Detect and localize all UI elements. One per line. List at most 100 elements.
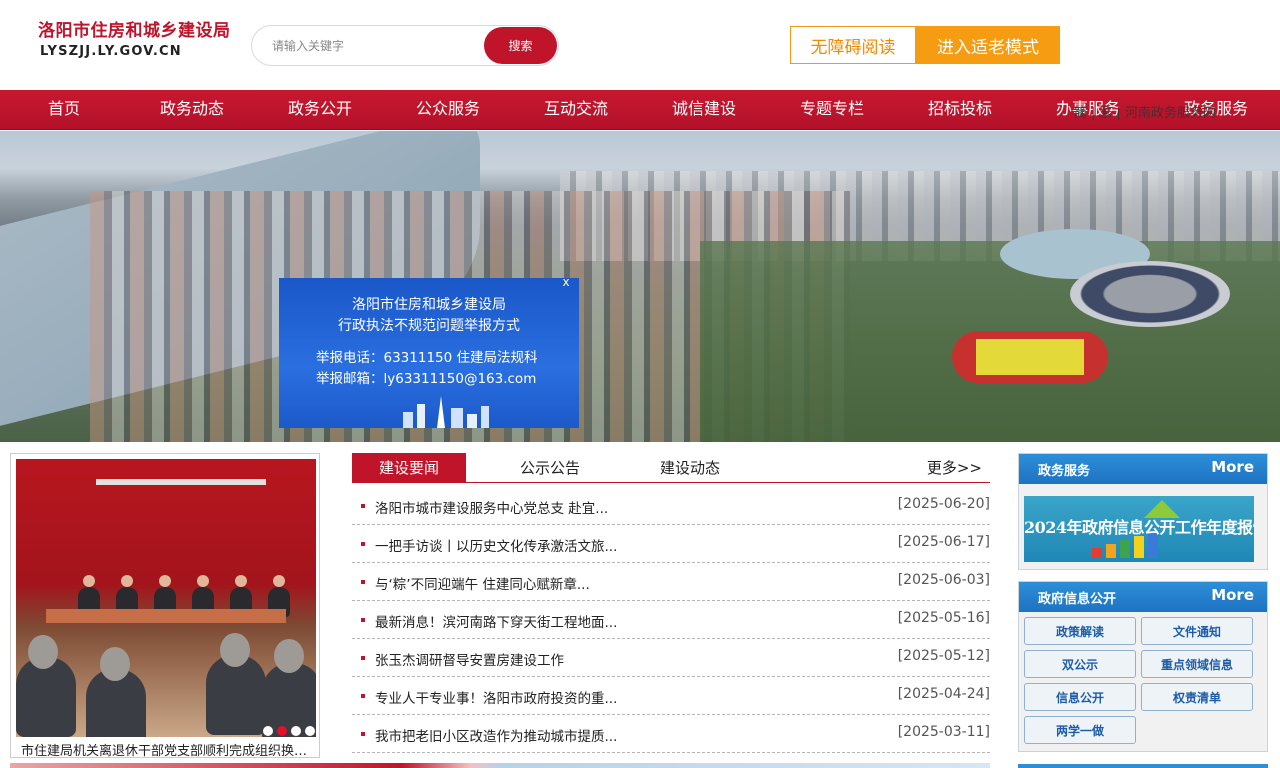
bullet-icon <box>361 656 365 660</box>
bullet-icon <box>361 618 365 622</box>
news-item[interactable]: 与‘粽’不同迎端午 住建同心赋新章... [2025-06-03] <box>352 563 990 601</box>
nav-item-gov-news[interactable]: 政务动态 <box>128 90 256 130</box>
carousel-dot-3[interactable] <box>291 726 301 736</box>
two-learn-one-do-button[interactable]: 两学一做 <box>1024 716 1136 744</box>
carousel-dots <box>263 726 315 736</box>
news-item[interactable]: 一把手访谈丨以历史文化传承激活文旅... [2025-06-17] <box>352 525 990 563</box>
bar-graphic <box>1106 544 1116 558</box>
banner-stadium <box>1070 261 1230 327</box>
news-title: 张玉杰调研督导安置房建设工作 <box>375 653 564 669</box>
bottom-banner-strip <box>10 763 990 768</box>
power-list-button[interactable]: 权责清单 <box>1141 683 1253 711</box>
bullet-icon <box>361 504 365 508</box>
nav-item-credit[interactable]: 诚信建设 <box>640 90 768 130</box>
news-item[interactable]: 专业人干专业事！洛阳市政府投资的重... [2025-04-24] <box>352 677 990 715</box>
bar-graphic <box>1092 548 1102 558</box>
news-date: [2025-05-16] <box>897 610 990 626</box>
news-list: 洛阳市城市建设服务中心党总支 赴宜... [2025-06-20] 一把手访谈丨以… <box>352 487 990 753</box>
popup-phone: 举报电话：63311150 住建局法规科 <box>316 350 538 366</box>
news-more-link[interactable]: 更多>> <box>927 453 982 483</box>
news-item[interactable]: 我市把老旧小区改造作为推动城市提质... [2025-03-11] <box>352 715 990 753</box>
henan-gov-service-link[interactable]: 河南政务服务网 <box>1125 106 1216 121</box>
carousel-dot-2[interactable] <box>277 726 287 736</box>
key-areas-info-button[interactable]: 重点领域信息 <box>1141 650 1253 678</box>
bullet-icon <box>361 580 365 584</box>
policy-interpretation-button[interactable]: 政策解读 <box>1024 617 1136 645</box>
gov-service-title: 政务服务 <box>1038 464 1091 479</box>
annual-report-banner[interactable]: 2024年政府信息公开工作年度报告 <box>1024 496 1254 562</box>
photo-audience <box>16 657 76 737</box>
simplified-link[interactable]: 简 <box>1074 106 1087 121</box>
news-item[interactable]: 张玉杰调研督导安置房建设工作 [2025-05-12] <box>352 639 990 677</box>
carousel-dot-1[interactable] <box>263 726 273 736</box>
gov-info-panel: 政府信息公开 More 政策解读 文件通知 双公示 重点领域信息 信息公开 权责… <box>1018 581 1268 752</box>
banner-field <box>976 339 1084 375</box>
popup-email: 举报邮箱：ly63311150@163.com <box>316 371 537 387</box>
news-item[interactable]: 洛阳市城市建设服务中心党总支 赴宜... [2025-06-20] <box>352 487 990 525</box>
bullet-icon <box>361 732 365 736</box>
photo-audience-head <box>28 635 58 669</box>
skyline-icon <box>403 396 489 428</box>
nav-item-interaction[interactable]: 互动交流 <box>512 90 640 130</box>
news-title: 洛阳市城市建设服务中心党总支 赴宜... <box>375 501 609 517</box>
accessibility-reading-button[interactable]: 无障碍阅读 <box>790 26 916 64</box>
news-item[interactable]: 最新消息！滨河南路下穿天街工程地面... [2025-05-16] <box>352 601 990 639</box>
gov-info-more-link[interactable]: More <box>1211 586 1254 604</box>
bar-graphic <box>1134 536 1144 558</box>
nav-item-home[interactable]: 首页 <box>0 90 128 130</box>
tab-public-notices[interactable]: 公示公告 <box>492 453 608 483</box>
popup-title-subject: 行政执法不规范问题举报方式 <box>338 318 520 334</box>
logo-chinese-name: 洛阳市住房和城乡建设局 <box>38 21 231 41</box>
news-title: 最新消息！滨河南路下穿天街工程地面... <box>375 615 618 631</box>
carousel-dot-4[interactable] <box>305 726 315 736</box>
news-title: 一把手访谈丨以历史文化传承激活文旅... <box>375 539 618 555</box>
news-title: 我市把老旧小区改造作为推动城市提质... <box>375 729 618 745</box>
carousel-photo[interactable] <box>16 459 316 737</box>
tab-construction-updates[interactable]: 建设动态 <box>632 453 748 483</box>
photo-audience-head <box>100 647 130 681</box>
bullet-icon <box>361 694 365 698</box>
photo-person-head <box>273 575 285 587</box>
news-date: [2025-06-20] <box>897 496 990 512</box>
site-header: 洛阳市住房和城乡建设局 LYSZJJ.LY.GOV.CN 搜索 无障碍阅读 进入… <box>0 0 1280 90</box>
nav-item-public-service[interactable]: 公众服务 <box>384 90 512 130</box>
photo-banner-strip <box>96 479 266 485</box>
elder-mode-button[interactable]: 进入适老模式 <box>916 26 1060 64</box>
nav-item-special-topics[interactable]: 专题专栏 <box>768 90 896 130</box>
document-notice-button[interactable]: 文件通知 <box>1141 617 1253 645</box>
photo-table <box>46 609 286 623</box>
photo-audience-head <box>220 633 250 667</box>
double-publicity-button[interactable]: 双公示 <box>1024 650 1136 678</box>
photo-person-head <box>159 575 171 587</box>
bullet-icon <box>361 542 365 546</box>
nav-item-bidding[interactable]: 招标投标 <box>896 90 1024 130</box>
news-title: 与‘粽’不同迎端午 住建同心赋新章... <box>375 577 590 593</box>
carousel-caption[interactable]: 市住建局机关离退休干部党支部顺利完成组织换届选举 <box>21 740 313 759</box>
news-section: 建设要闻 公示公告 建设动态 更多>> 洛阳市城市建设服务中心党总支 赴宜...… <box>352 453 990 753</box>
site-logo[interactable]: 洛阳市住房和城乡建设局 LYSZJJ.LY.GOV.CN <box>38 14 238 64</box>
annual-report-text: 2024年政府信息公开工作年度报告 <box>1024 518 1254 537</box>
nav-item-gov-open[interactable]: 政务公开 <box>256 90 384 130</box>
news-date: [2025-06-03] <box>897 572 990 588</box>
photo-person-head <box>197 575 209 587</box>
logo-domain: LYSZJJ.LY.GOV.CN <box>40 44 182 59</box>
news-date: [2025-03-11] <box>897 724 990 740</box>
bottom-panel-strip <box>1018 764 1268 768</box>
search-box: 搜索 <box>251 25 559 66</box>
language-util-links: 简 | 繁 | 河南政务服务网 <box>1074 106 1216 121</box>
city-banner-image <box>0 131 1280 442</box>
report-notice-popup[interactable]: 洛阳市住房和城乡建设局 行政执法不规范问题举报方式 举报电话：63311150 … <box>279 278 579 428</box>
news-date: [2025-06-17] <box>897 534 990 550</box>
search-button[interactable]: 搜索 <box>484 27 557 64</box>
photo-person-head <box>83 575 95 587</box>
news-title: 专业人干专业事！洛阳市政府投资的重... <box>375 691 618 707</box>
gov-service-more-link[interactable]: More <box>1211 458 1254 476</box>
popup-close-button[interactable]: x <box>558 275 574 289</box>
popup-title-org: 洛阳市住房和城乡建设局 <box>352 297 506 313</box>
gov-info-header: 政府信息公开 More <box>1019 582 1267 612</box>
photo-person-head <box>121 575 133 587</box>
info-disclosure-button[interactable]: 信息公开 <box>1024 683 1136 711</box>
tab-construction-news[interactable]: 建设要闻 <box>352 453 466 483</box>
search-input[interactable] <box>272 26 482 65</box>
traditional-link[interactable]: 繁 <box>1099 106 1112 121</box>
